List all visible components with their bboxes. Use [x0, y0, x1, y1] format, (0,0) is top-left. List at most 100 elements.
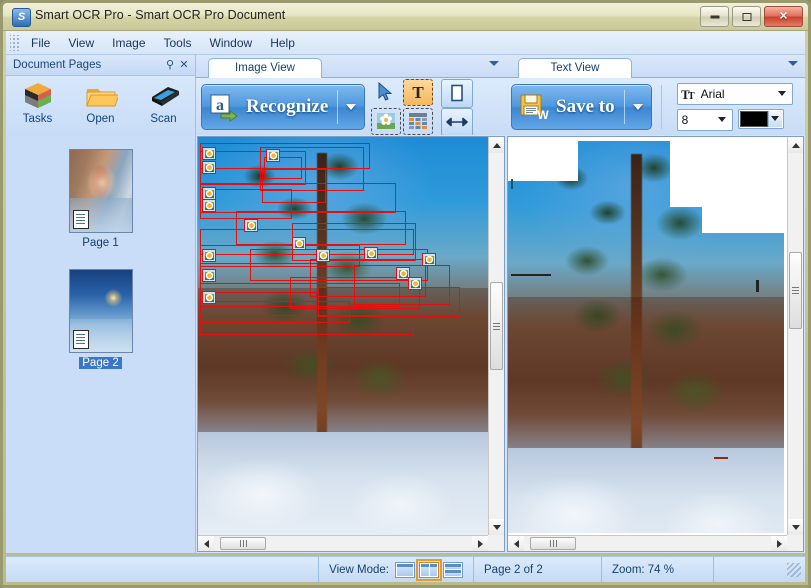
- picture-region-tool-button[interactable]: [371, 107, 402, 135]
- minimize-button[interactable]: [700, 6, 729, 27]
- resize-grip-icon[interactable]: [787, 562, 801, 577]
- text-color-picker[interactable]: [737, 108, 784, 129]
- save-to-button[interactable]: W Save to: [511, 83, 652, 130]
- close-button[interactable]: ✕: [764, 6, 803, 27]
- text-tab-chevron-down-icon[interactable]: [788, 61, 798, 66]
- single-pane-mode-button[interactable]: [395, 561, 415, 578]
- page-thumbnail-list[interactable]: Page 1 Page 2: [6, 137, 195, 553]
- stacked-mode-button[interactable]: [443, 561, 463, 578]
- scroll-corner: [787, 535, 803, 551]
- menu-view[interactable]: View: [59, 33, 103, 53]
- image-document-area[interactable]: [198, 137, 488, 535]
- select-tool-button[interactable]: [371, 79, 401, 106]
- menu-window[interactable]: Window: [201, 33, 262, 53]
- view-mode-cell: View Mode:: [318, 556, 473, 583]
- image-tabstrip: Image View: [196, 55, 506, 78]
- text-toolbar: W Save to T T Arial 8: [506, 78, 805, 136]
- scanner-icon: [151, 87, 179, 106]
- table-region-tool-button[interactable]: [403, 107, 434, 135]
- scroll-right-button[interactable]: [771, 536, 787, 551]
- fit-width-button[interactable]: [441, 107, 474, 137]
- app-icon: S: [12, 8, 31, 27]
- recognize-a-icon: a: [210, 94, 238, 122]
- recognize-button[interactable]: a Recognize: [201, 83, 366, 130]
- toolbar-divider: [660, 84, 662, 129]
- text-view-pane: Text View W Save to T T Arial 8: [506, 55, 805, 553]
- page-status: Page 2 of 2: [473, 556, 601, 583]
- scan-button[interactable]: Scan: [136, 80, 192, 125]
- image-horizontal-scrollbar[interactable]: [198, 535, 488, 551]
- scroll-up-button[interactable]: [489, 137, 504, 153]
- panel-close-icon[interactable]: ✕: [177, 58, 191, 72]
- scroll-up-button[interactable]: [788, 137, 803, 153]
- ocr-region-type-icon[interactable]: [422, 253, 436, 266]
- ocr-region-type-icon[interactable]: [202, 249, 216, 262]
- menu-file[interactable]: File: [22, 33, 59, 53]
- ocr-region-type-icon[interactable]: [244, 219, 258, 232]
- save-to-dropdown[interactable]: [625, 85, 651, 129]
- scroll-left-button[interactable]: [508, 536, 524, 551]
- page-thumbnail-item[interactable]: Page 1: [68, 149, 133, 251]
- ocr-region-box[interactable]: [200, 315, 414, 335]
- recognize-dropdown[interactable]: [338, 85, 364, 129]
- ocr-region-type-icon[interactable]: [202, 161, 216, 174]
- text-document-area[interactable]: [508, 137, 787, 535]
- horizontal-scroll-thumb[interactable]: [220, 537, 266, 550]
- ocr-region-type-icon[interactable]: [292, 237, 306, 250]
- ocr-region-type-icon[interactable]: [202, 199, 216, 212]
- scroll-left-button[interactable]: [198, 536, 214, 551]
- pin-icon[interactable]: ⚲: [163, 58, 177, 72]
- triangle-down-icon: [492, 524, 501, 530]
- tasks-button[interactable]: Tasks: [10, 80, 66, 125]
- open-button[interactable]: Open: [73, 80, 129, 125]
- image-tab-chevron-down-icon[interactable]: [489, 61, 499, 66]
- ocr-region-box[interactable]: [318, 287, 460, 317]
- text-horizontal-scrollbar[interactable]: [508, 535, 787, 551]
- vertical-scroll-thumb[interactable]: [789, 252, 802, 329]
- menu-help[interactable]: Help: [261, 33, 304, 53]
- fit-page-button[interactable]: [441, 78, 474, 108]
- text-vertical-scrollbar[interactable]: [787, 137, 803, 535]
- text-tabstrip: Text View: [506, 55, 805, 78]
- scroll-down-button[interactable]: [788, 519, 803, 535]
- ocr-region-type-icon[interactable]: [364, 247, 378, 260]
- font-size-select[interactable]: 8: [676, 108, 733, 131]
- ocr-region-type-icon[interactable]: [408, 277, 422, 290]
- side-by-side-mode-button[interactable]: [416, 558, 442, 581]
- tab-text-view[interactable]: Text View: [518, 58, 632, 78]
- zoom-tools: [441, 78, 474, 137]
- triangle-left-icon: [203, 539, 209, 548]
- page-2-label[interactable]: Page 2: [79, 357, 122, 369]
- text-region-tool-button[interactable]: T: [403, 78, 434, 106]
- font-controls: T T Arial 8: [676, 82, 793, 131]
- tab-image-view[interactable]: Image View: [208, 58, 322, 78]
- menu-grip-icon[interactable]: [10, 34, 19, 51]
- font-family-select[interactable]: T T Arial: [676, 82, 793, 105]
- color-dropdown[interactable]: [767, 110, 782, 127]
- page-1-label[interactable]: Page 1: [79, 237, 121, 249]
- sidebar-toolbar: Tasks Open Scan: [6, 76, 195, 142]
- text-marker: [756, 280, 759, 292]
- window-title: Smart OCR Pro - Smart OCR Pro Document: [35, 8, 286, 22]
- ocr-region-type-icon[interactable]: [202, 147, 216, 160]
- ocr-region-type-icon[interactable]: [316, 249, 330, 262]
- page-2-thumbnail[interactable]: [68, 269, 133, 353]
- page-1-thumbnail[interactable]: [68, 149, 133, 233]
- scroll-down-button[interactable]: [489, 519, 504, 535]
- cursor-arrow-icon: [378, 82, 393, 101]
- maximize-button[interactable]: [732, 6, 761, 27]
- image-vertical-scrollbar[interactable]: [488, 137, 504, 535]
- ocr-region-type-icon[interactable]: [202, 269, 216, 282]
- status-bar: View Mode: Page 2 of 2 Zoom: 74 %: [6, 556, 805, 583]
- horizontal-scroll-thumb[interactable]: [530, 537, 576, 550]
- recognized-text-document[interactable]: [508, 137, 787, 535]
- ocr-region-type-icon[interactable]: [266, 149, 280, 162]
- menu-image[interactable]: Image: [103, 33, 154, 53]
- page-thumbnail-item[interactable]: Page 2: [68, 269, 133, 371]
- ocr-region-type-icon[interactable]: [202, 291, 216, 304]
- vertical-scroll-thumb[interactable]: [490, 282, 503, 370]
- ocr-region-box[interactable]: [262, 169, 326, 203]
- menu-tools[interactable]: Tools: [155, 33, 201, 53]
- scroll-right-button[interactable]: [472, 536, 488, 551]
- svg-text:W: W: [537, 108, 549, 122]
